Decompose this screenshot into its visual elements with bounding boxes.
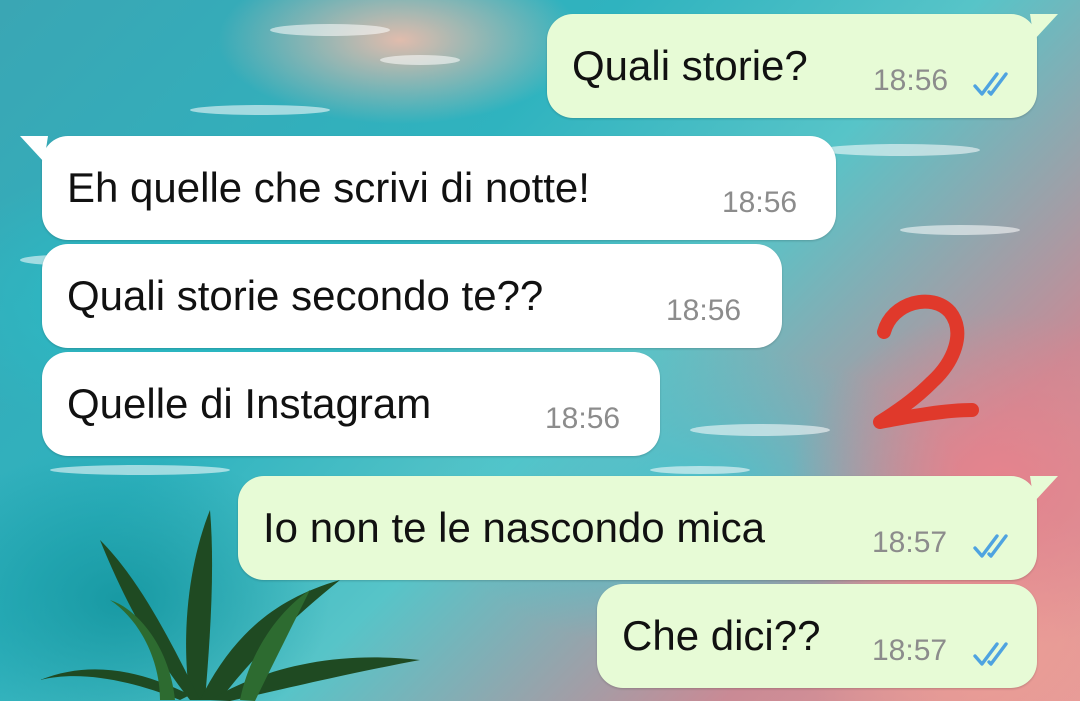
message-time: 18:56 [722,186,798,219]
message-time: 18:57 [872,634,948,667]
message-incoming[interactable]: Quelle di Instagram 18:56 [42,352,660,456]
message-outgoing[interactable]: Quali storie? 18:56 [547,14,1037,118]
message-time: 18:56 [666,294,742,327]
message-text: Quali storie secondo te?? [67,272,544,319]
bubble-tail [1030,14,1058,40]
message-incoming[interactable]: Quali storie secondo te?? 18:56 [42,244,782,348]
message-text: Eh quelle che scrivi di notte! [67,164,590,211]
message-text: Quelle di Instagram [67,380,432,427]
bubble-tail [20,136,48,162]
double-check-icon [973,72,1008,96]
message-text: Quali storie? [572,42,808,89]
message-text: Io non te le nascondo mica [263,504,765,551]
message-incoming[interactable]: Eh quelle che scrivi di notte! 18:56 [42,136,836,240]
message-text: Che dici?? [622,612,821,659]
message-time: 18:56 [873,64,949,97]
handwritten-number-annotation [873,294,979,429]
message-time: 18:56 [545,402,621,435]
message-time: 18:57 [872,526,948,559]
double-check-icon [973,642,1008,666]
message-outgoing[interactable]: Io non te le nascondo mica 18:57 [238,476,1037,580]
message-outgoing[interactable]: Che dici?? 18:57 [597,584,1037,688]
bubble-tail [1030,476,1058,502]
double-check-icon [973,534,1008,558]
